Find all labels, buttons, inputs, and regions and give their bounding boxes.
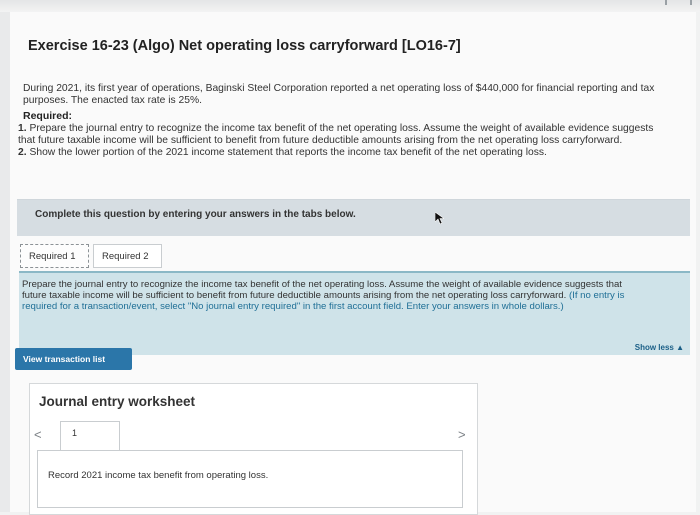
required-item-number: 1. [18, 123, 27, 134]
view-transaction-list-button[interactable]: View transaction list [15, 348, 132, 370]
instruction-bar: Complete this question by entering your … [17, 199, 690, 236]
record-entry-box: Record 2021 income tax benefit from oper… [37, 450, 463, 508]
instruction-panel: Prepare the journal entry to recognize t… [19, 271, 690, 355]
required-item-number: 2. [18, 147, 27, 158]
exercise-title: Exercise 16-23 (Algo) Net operating loss… [28, 38, 461, 54]
required-item-text: Prepare the journal entry to recognize t… [18, 123, 654, 146]
panel-instruction-text: Prepare the journal entry to recognize t… [22, 279, 622, 301]
chevron-left-icon[interactable]: < [34, 427, 42, 442]
panel-instruction: Prepare the journal entry to recognize t… [22, 279, 642, 312]
required-list: 1. Prepare the journal entry to recogniz… [18, 123, 668, 159]
top-mark-icon [665, 0, 667, 5]
worksheet-page-number: 1 [72, 428, 78, 438]
required-item-text: Show the lower portion of the 2021 incom… [29, 147, 547, 158]
chevron-right-icon[interactable]: > [458, 427, 466, 442]
exercise-intro: During 2021, its first year of operation… [23, 83, 655, 106]
mouse-cursor-icon [435, 212, 444, 224]
tab-required-2[interactable]: Required 2 [93, 244, 162, 268]
complete-instruction: Complete this question by entering your … [35, 209, 356, 220]
page: Exercise 16-23 (Algo) Net operating loss… [10, 12, 696, 515]
record-instruction: Record 2021 income tax benefit from oper… [48, 470, 269, 481]
tab-bar: Required 1 Required 2 [20, 244, 320, 270]
top-mark-icon [690, 0, 692, 5]
tab-required-1[interactable]: Required 1 [20, 244, 89, 268]
left-edge [0, 0, 10, 512]
worksheet-title: Journal entry worksheet [39, 394, 196, 409]
required-heading: Required: [23, 110, 73, 122]
required-item-1: 1. Prepare the journal entry to recogniz… [18, 123, 668, 147]
required-item-2: 2. Show the lower portion of the 2021 in… [18, 147, 668, 159]
worksheet-page-tab[interactable]: 1 [60, 421, 120, 451]
browser-top-bar [0, 0, 700, 12]
journal-entry-worksheet: Journal entry worksheet < 1 > Record 202… [29, 383, 478, 515]
show-less-link[interactable]: Show less ▲ [635, 343, 684, 352]
